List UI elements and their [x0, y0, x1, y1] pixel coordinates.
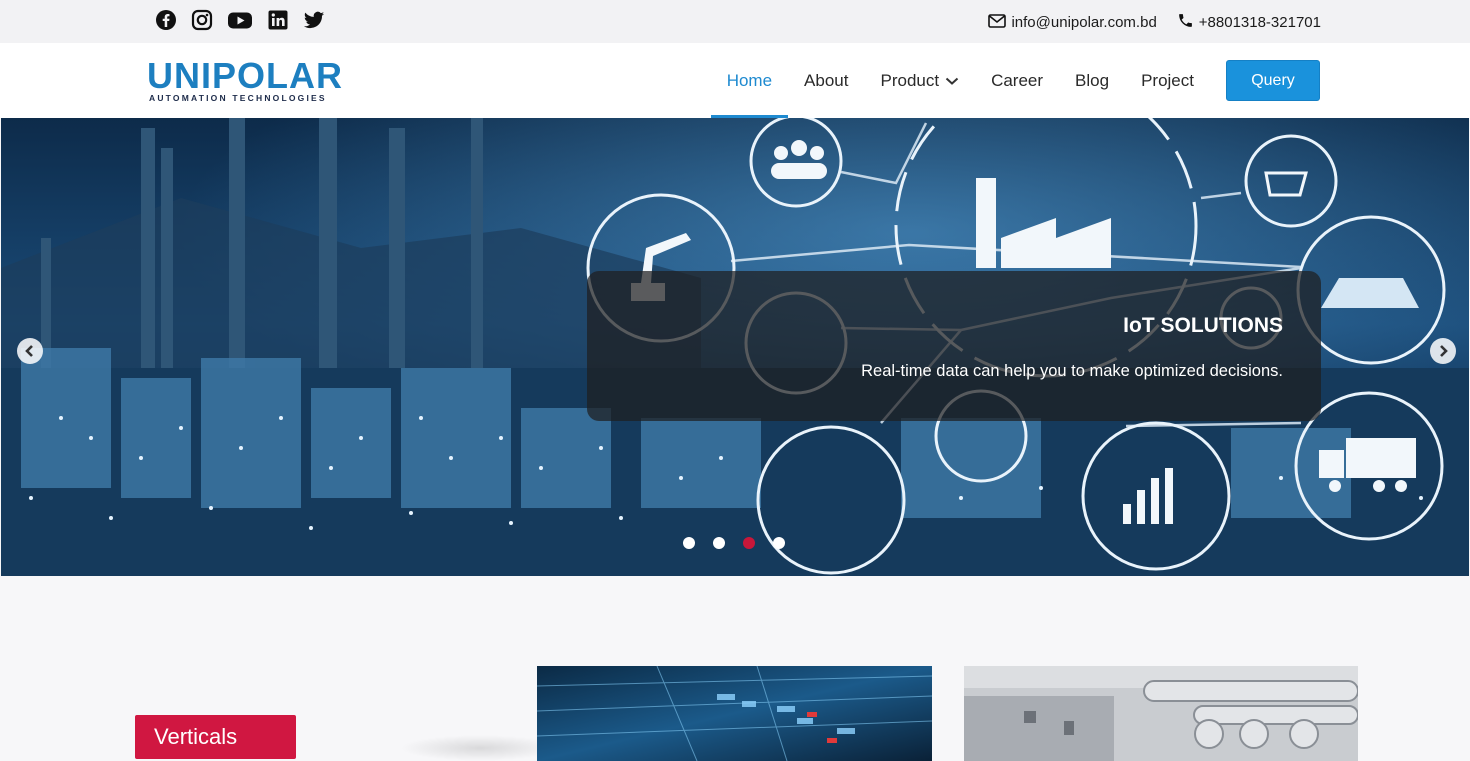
- slider-dot-3[interactable]: [743, 537, 755, 549]
- nav-product-label: Product: [880, 70, 940, 90]
- nav-about-label: About: [804, 70, 849, 90]
- chevron-right-icon: [1440, 345, 1448, 357]
- nav-project-label: Project: [1141, 70, 1194, 90]
- phone-text: +8801318-321701: [1198, 14, 1321, 31]
- logo-tagline: AUTOMATION TECHNOLOGIES: [149, 93, 327, 103]
- chevron-left-icon: [25, 345, 33, 357]
- nav-blog[interactable]: Blog: [1059, 43, 1125, 118]
- contact-info: info@unipolar.com.bd +8801318-321701: [988, 12, 1321, 33]
- email-text: info@unipolar.com.bd: [1011, 14, 1157, 31]
- email-contact[interactable]: info@unipolar.com.bd: [988, 13, 1157, 32]
- nav-home-label: Home: [726, 70, 773, 90]
- vertical-card-industrial[interactable]: [964, 666, 1358, 761]
- nav-project[interactable]: Project: [1125, 43, 1210, 118]
- nav-about[interactable]: About: [788, 43, 864, 118]
- slider-dot-2[interactable]: [713, 537, 725, 549]
- main-navbar: UNIPOLAR AUTOMATION TECHNOLOGIES Home Ab…: [0, 43, 1470, 118]
- facebook-icon[interactable]: [155, 9, 177, 31]
- phone-icon: [1177, 12, 1194, 33]
- slider-indicators: [683, 537, 785, 549]
- social-links: [155, 9, 325, 31]
- nav-career-label: Career: [991, 70, 1044, 90]
- decorative-shadow: [400, 735, 560, 761]
- slider-dot-4[interactable]: [773, 537, 785, 549]
- slider-next-button[interactable]: [1430, 338, 1456, 364]
- nav-home[interactable]: Home: [710, 43, 789, 118]
- slide-title: IoT SOLUTIONS: [1123, 314, 1283, 337]
- phone-contact[interactable]: +8801318-321701: [1177, 12, 1321, 33]
- vertical-card-technology[interactable]: [537, 666, 932, 761]
- twitter-icon[interactable]: [303, 9, 325, 31]
- youtube-icon[interactable]: [227, 9, 253, 31]
- hero-slider: IoT SOLUTIONS Real-time data can help yo…: [1, 118, 1469, 576]
- nav-product[interactable]: Product: [864, 43, 975, 118]
- primary-nav: Home About Product Career Blog Project Q…: [710, 43, 1320, 118]
- query-button[interactable]: Query: [1226, 60, 1320, 101]
- slide-caption: IoT SOLUTIONS Real-time data can help yo…: [587, 271, 1321, 421]
- verticals-button[interactable]: Verticals: [135, 715, 296, 759]
- vertical-card-image: [964, 666, 1358, 761]
- site-logo[interactable]: UNIPOLAR AUTOMATION TECHNOLOGIES: [147, 55, 343, 104]
- nav-blog-label: Blog: [1075, 70, 1110, 90]
- chevron-down-icon: [945, 77, 959, 85]
- mail-icon: [988, 13, 1007, 32]
- slide-description: Real-time data can help you to make opti…: [861, 362, 1283, 380]
- instagram-icon[interactable]: [191, 9, 213, 31]
- slider-dot-1[interactable]: [683, 537, 695, 549]
- logo-wordmark: UNIPOLAR: [147, 55, 343, 96]
- slider-prev-button[interactable]: [17, 338, 43, 364]
- linkedin-icon[interactable]: [267, 9, 289, 31]
- nav-career[interactable]: Career: [975, 43, 1059, 118]
- top-bar: info@unipolar.com.bd +8801318-321701: [0, 0, 1470, 43]
- vertical-card-image: [537, 666, 932, 761]
